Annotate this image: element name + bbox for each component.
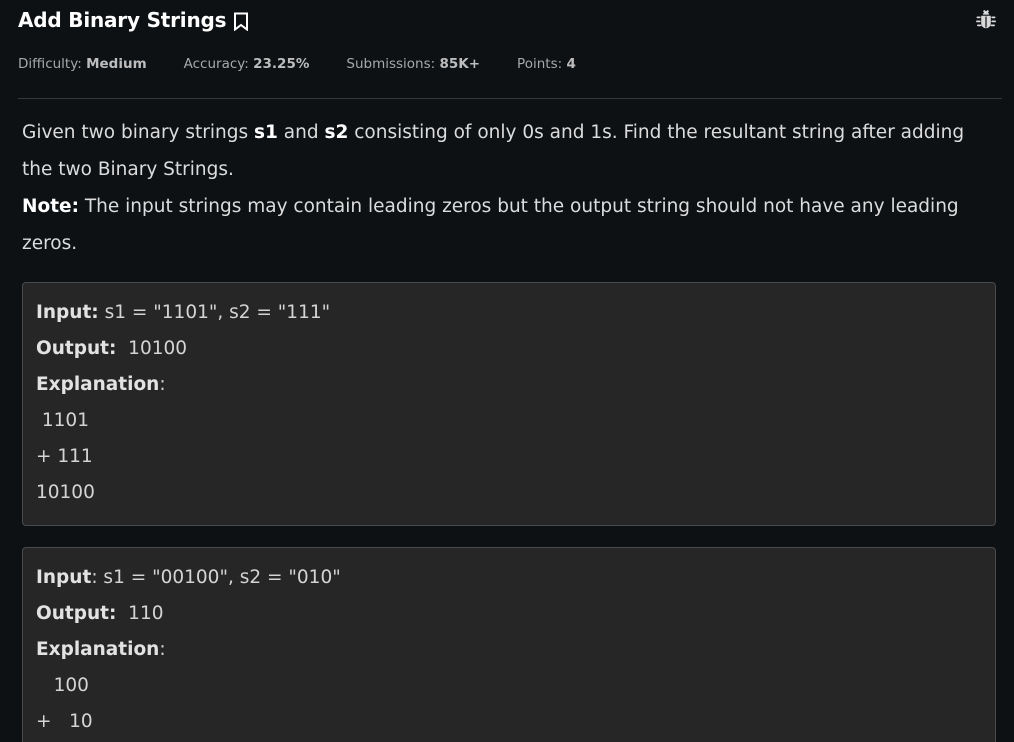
s1-term: s1 [254, 122, 278, 143]
example-input: Input: s1 = "00100", s2 = "010" [36, 560, 982, 596]
output-label: Output: [36, 603, 117, 624]
accuracy-value: 23.25% [253, 56, 310, 72]
example-explanation: Explanation: [36, 632, 982, 668]
output-label: Output: [36, 338, 117, 359]
output-value: 10100 [116, 338, 188, 359]
explanation-line: 10100 [36, 482, 95, 503]
accuracy-label: Accuracy: [183, 56, 254, 72]
submissions-label: Submissions: [346, 56, 440, 72]
input-value: : s1 = "00100", s2 = "010" [91, 567, 341, 588]
explanation-colon: : [159, 639, 166, 660]
points-value: 4 [566, 56, 576, 72]
difficulty-value: Medium [86, 56, 147, 72]
problem-title: Add Binary Strings [18, 8, 227, 32]
difficulty-meta: Difficulty: Medium [18, 56, 147, 72]
input-label: Input [36, 567, 92, 588]
bug-icon[interactable] [974, 8, 998, 32]
title-row: Add Binary Strings [18, 8, 252, 32]
example-output: Output: 110 [36, 596, 982, 632]
note-label: Note: [22, 196, 79, 217]
bookmark-icon[interactable] [230, 10, 252, 32]
problem-page: Add Binary Strings Difficulty: Medium Ac… [0, 0, 1014, 742]
explanation-line: 1101 [36, 410, 89, 431]
input-label: Input: [36, 302, 99, 323]
explanation-line: + 10 [36, 711, 93, 732]
example-input: Input: s1 = "1101", s2 = "111" [36, 295, 982, 331]
explanation-label: Explanation [36, 639, 160, 660]
example-output: Output: 10100 [36, 331, 982, 367]
explanation-colon: : [159, 374, 166, 395]
explanation-label: Explanation [36, 374, 160, 395]
difficulty-label: Difficulty: [18, 56, 87, 72]
explanation-line: 100 [36, 675, 89, 696]
example-box: Input: s1 = "00100", s2 = "010" Output: … [22, 547, 996, 742]
note-paragraph: Note: The input strings may contain lead… [22, 188, 992, 262]
input-value: s1 = "1101", s2 = "111" [98, 302, 331, 323]
statement-text: and [277, 122, 325, 143]
note-text: The input strings may contain leading ze… [22, 196, 959, 254]
problem-statement: Given two binary strings s1 and s2 consi… [22, 114, 992, 262]
output-value: 110 [116, 603, 164, 624]
submissions-meta: Submissions: 85K+ [346, 56, 480, 72]
divider [18, 98, 1002, 99]
example-explanation: Explanation: [36, 367, 982, 403]
points-label: Points: [517, 56, 567, 72]
explanation-line: + 111 [36, 446, 93, 467]
submissions-value: 85K+ [439, 56, 481, 72]
s2-term: s2 [324, 122, 349, 143]
statement-text: Given two binary strings [22, 122, 254, 143]
problem-meta: Difficulty: Medium Accuracy: 23.25% Subm… [18, 56, 613, 72]
points-meta: Points: 4 [517, 56, 576, 72]
accuracy-meta: Accuracy: 23.25% [184, 56, 310, 72]
example-box: Input: s1 = "1101", s2 = "111" Output: 1… [22, 282, 996, 526]
statement-paragraph: Given two binary strings s1 and s2 consi… [22, 114, 992, 188]
